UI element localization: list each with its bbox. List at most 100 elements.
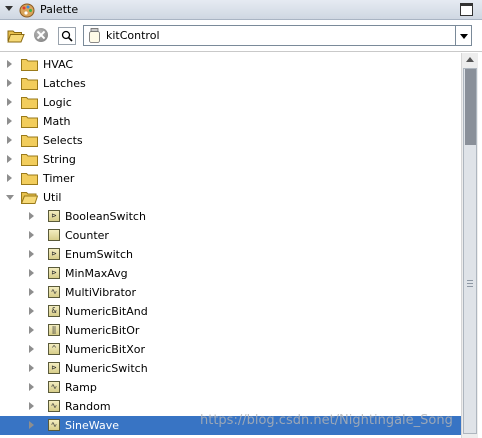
expand-arrow-icon[interactable]: [29, 212, 34, 220]
folder-open-icon: [21, 192, 38, 204]
expand-arrow-icon[interactable]: [7, 60, 12, 68]
tree-folder-string[interactable]: String: [0, 150, 461, 169]
tree-item-numericbitxor[interactable]: ^ NumericBitXor: [0, 340, 461, 359]
tree-folder-label: Logic: [43, 96, 72, 109]
tree-folder-label: Math: [43, 115, 71, 128]
switch-component-icon: ⊳: [48, 210, 60, 222]
tree-item-counter[interactable]: Counter: [0, 226, 461, 245]
wave-component-icon: ∿: [48, 400, 60, 412]
tree-item-ramp[interactable]: ∿ Ramp: [0, 378, 461, 397]
tree-item-numericswitch[interactable]: ⊳ NumericSwitch: [0, 359, 461, 378]
expand-arrow-icon[interactable]: [29, 231, 34, 239]
expand-arrow-icon[interactable]: [29, 307, 34, 315]
tree-item-label: SineWave: [65, 419, 119, 432]
vertical-scrollbar[interactable]: [461, 53, 478, 438]
magnifier-icon: [61, 30, 73, 42]
tree-folder-timer[interactable]: Timer: [0, 169, 461, 188]
folder-icon: [21, 135, 38, 147]
folder-icon: [21, 97, 38, 109]
tree-item-label: MinMaxAvg: [65, 267, 128, 280]
expand-arrow-icon[interactable]: [7, 155, 12, 163]
switch-component-icon: ⊳: [48, 267, 60, 279]
folder-icon: [21, 78, 38, 90]
tree-folder-latches[interactable]: Latches: [0, 74, 461, 93]
tree-item-label: NumericBitOr: [65, 324, 140, 337]
tree-item-numericbitand[interactable]: & NumericBitAnd: [0, 302, 461, 321]
tree-item-label: MultiVibrator: [65, 286, 137, 299]
tree-folder-label: Timer: [43, 172, 75, 185]
maximize-icon[interactable]: [460, 3, 473, 16]
expand-arrow-icon[interactable]: [29, 383, 34, 391]
tree-item-label: NumericSwitch: [65, 362, 148, 375]
counter-component-icon: [48, 229, 60, 241]
tree-folder-label: String: [43, 153, 76, 166]
expand-arrow-icon[interactable]: [29, 364, 34, 372]
tree-folder-selects[interactable]: Selects: [0, 131, 461, 150]
expand-arrow-icon[interactable]: [29, 269, 34, 277]
grip-line: [467, 283, 473, 284]
palette-select-value: kitControl: [106, 29, 160, 42]
tree-item-booleanswitch[interactable]: ⊳ BooleanSwitch: [0, 207, 461, 226]
collapse-arrow-icon[interactable]: [5, 6, 13, 11]
tree-folder-label: Selects: [43, 134, 83, 147]
expand-arrow-icon[interactable]: [29, 250, 34, 258]
jar-icon: [89, 28, 100, 43]
collapse-arrow-icon[interactable]: [6, 195, 14, 200]
find-button[interactable]: [58, 27, 76, 45]
tree-item-label: NumericBitAnd: [65, 305, 148, 318]
expand-arrow-icon[interactable]: [7, 79, 12, 87]
expand-arrow-icon[interactable]: [7, 117, 12, 125]
palette-tree: HVAC Latches Logic Math Selects String T…: [0, 53, 461, 438]
tree-item-minmaxavg[interactable]: ⊳ MinMaxAvg: [0, 264, 461, 283]
tree-item-label: EnumSwitch: [65, 248, 133, 261]
scroll-up-arrow-icon[interactable]: [462, 53, 478, 67]
tree-item-numericbitor[interactable]: ‖ NumericBitOr: [0, 321, 461, 340]
wave-component-icon: ∿: [48, 419, 60, 431]
expand-arrow-icon[interactable]: [7, 98, 12, 106]
tree-item-multivibrator[interactable]: ∿ MultiVibrator: [0, 283, 461, 302]
grip-line: [467, 280, 473, 281]
tree-folder-label: Util: [43, 191, 62, 204]
palette-icon: [19, 3, 35, 18]
tree-folder-math[interactable]: Math: [0, 112, 461, 131]
wave-component-icon: ∿: [48, 286, 60, 298]
or-component-icon: ‖: [48, 324, 60, 336]
and-component-icon: &: [48, 305, 60, 317]
tree-item-label: BooleanSwitch: [65, 210, 146, 223]
xor-component-icon: ^: [48, 343, 60, 355]
tree-folder-util[interactable]: Util: [0, 188, 461, 207]
palette-select[interactable]: kitControl: [83, 25, 472, 46]
folder-open-icon[interactable]: [7, 28, 25, 43]
close-circle-icon[interactable]: [34, 28, 48, 42]
tree-folder-logic[interactable]: Logic: [0, 93, 461, 112]
expand-arrow-icon[interactable]: [29, 288, 34, 296]
tree-folder-label: Latches: [43, 77, 86, 90]
watermark-text: https://blog.csdn.net/Nightingale_Song: [200, 413, 453, 428]
palette-title: Palette: [40, 3, 79, 16]
expand-arrow-icon[interactable]: [29, 421, 34, 429]
tree-folder-label: HVAC: [43, 58, 74, 71]
folder-icon: [21, 59, 38, 71]
palette-toolbar: kitControl: [0, 20, 482, 52]
folder-icon: [21, 154, 38, 166]
switch-component-icon: ⊳: [48, 362, 60, 374]
wave-component-icon: ∿: [48, 381, 60, 393]
palette-title-bar: Palette: [0, 0, 482, 20]
expand-arrow-icon[interactable]: [29, 402, 34, 410]
tree-item-label: Random: [65, 400, 111, 413]
expand-arrow-icon[interactable]: [7, 136, 12, 144]
scroll-thumb[interactable]: [463, 68, 477, 434]
switch-component-icon: ⊳: [48, 248, 60, 260]
folder-icon: [21, 173, 38, 185]
folder-icon: [21, 116, 38, 128]
grip-line: [467, 286, 473, 287]
expand-arrow-icon[interactable]: [29, 326, 34, 334]
expand-arrow-icon[interactable]: [7, 174, 12, 182]
tree-folder-hvac[interactable]: HVAC: [0, 55, 461, 74]
tree-item-enumswitch[interactable]: ⊳ EnumSwitch: [0, 245, 461, 264]
expand-arrow-icon[interactable]: [29, 345, 34, 353]
dropdown-arrow-icon[interactable]: [455, 26, 471, 45]
tree-item-label: Ramp: [65, 381, 97, 394]
tree-item-label: NumericBitXor: [65, 343, 146, 356]
tree-item-label: Counter: [65, 229, 109, 242]
